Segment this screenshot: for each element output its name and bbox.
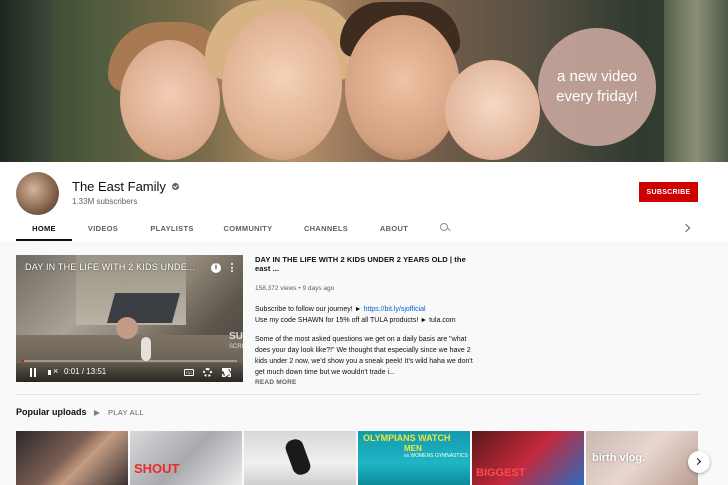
- captions-icon[interactable]: CC: [184, 369, 194, 376]
- video-thumbnail[interactable]: birth vlog.: [586, 431, 698, 485]
- shelf-next-button[interactable]: [688, 451, 710, 473]
- video-thumbnail[interactable]: BIGGEST: [472, 431, 584, 485]
- watermark-subtext: SCRIB: [229, 344, 243, 350]
- video-frame-table: [106, 293, 181, 323]
- desc-text: Some of the most asked questions we get …: [255, 336, 473, 376]
- desc-text: Subscribe to follow our journey! ►: [255, 306, 364, 313]
- tab-videos[interactable]: VIDEOS: [78, 217, 128, 241]
- channel-avatar[interactable]: [16, 172, 59, 215]
- progress-bar[interactable]: [22, 360, 237, 362]
- video-thumbnail[interactable]: [244, 431, 356, 485]
- banner-right-edge: [664, 0, 728, 162]
- more-vertical-icon[interactable]: [231, 263, 234, 273]
- subscribe-button[interactable]: SUBSCRIBE: [639, 182, 698, 202]
- thumbnail-text: SHOUT: [134, 461, 180, 476]
- channel-tabs: HOME VIDEOS PLAYLISTS COMMUNITY CHANNELS…: [0, 217, 728, 241]
- tab-home[interactable]: HOME: [16, 217, 72, 241]
- play-all-label: PLAY ALL: [108, 408, 144, 417]
- progress-fill: [22, 360, 25, 362]
- video-thumbnail[interactable]: OLYMPIANS WATCH MEN vs WOMENS GYMNASTICS: [358, 431, 470, 485]
- thumbnail-text: BIGGEST: [476, 467, 526, 479]
- video-frame-person: [116, 317, 138, 339]
- section-divider: [16, 394, 700, 395]
- thumbnail-figure: [283, 437, 313, 477]
- featured-video-description: Subscribe to follow our journey! ► https…: [255, 304, 475, 378]
- info-icon[interactable]: i: [211, 263, 221, 273]
- banner-face-father: [345, 15, 460, 160]
- banner-tagline: a new video every friday!: [538, 28, 656, 146]
- video-thumbnail[interactable]: [16, 431, 128, 485]
- desc-text: Use my code SHAWN for 15% off all TULA p…: [255, 317, 456, 324]
- read-more-button[interactable]: READ MORE: [255, 379, 475, 386]
- chevron-right-icon[interactable]: [682, 222, 692, 234]
- video-frame-child: [141, 337, 151, 361]
- pause-icon[interactable]: [30, 368, 38, 378]
- banner-face-baby: [445, 60, 540, 160]
- time-display: 0:01 / 13:51: [64, 367, 107, 376]
- popular-uploads-shelf: SHOUT OLYMPIANS WATCH MEN vs WOMENS GYMN…: [16, 431, 716, 485]
- channel-name: The East Family: [72, 179, 166, 194]
- player-controls: 0:01 / 13:51 CC: [16, 363, 243, 382]
- shelf-title[interactable]: Popular uploads: [16, 407, 87, 417]
- channel-title: The East Family: [72, 179, 179, 194]
- featured-video-player[interactable]: DAY IN THE LIFE WITH 2 KIDS UNDE... i SU…: [16, 255, 243, 382]
- mute-icon[interactable]: [48, 366, 58, 378]
- watermark-text: SUB: [229, 331, 243, 342]
- thumbnail-text: OLYMPIANS WATCH: [363, 433, 451, 443]
- verified-icon: [171, 183, 179, 190]
- play-icon: [94, 409, 100, 416]
- thumbnail-text: birth vlog.: [592, 452, 646, 464]
- channel-banner: a new video every friday!: [0, 0, 728, 162]
- tab-about[interactable]: ABOUT: [370, 217, 418, 241]
- player-video-title[interactable]: DAY IN THE LIFE WITH 2 KIDS UNDE...: [25, 262, 203, 272]
- subscribe-watermark[interactable]: SUB SCRIB: [229, 332, 243, 352]
- featured-video-meta: 158,372 views • 9 days ago: [255, 285, 335, 292]
- banner-face-mother: [222, 10, 342, 160]
- subscriber-count: 1.33M subscribers: [72, 197, 138, 206]
- gear-icon[interactable]: [203, 368, 212, 377]
- thumbnail-text: vs WOMENS GYMNASTICS: [404, 453, 468, 459]
- play-all-button[interactable]: PLAY ALL: [94, 408, 144, 417]
- tab-community[interactable]: COMMUNITY: [216, 217, 280, 241]
- banner-left-edge: [0, 0, 52, 162]
- subscribe-link[interactable]: https://bit.ly/sjofficial: [363, 306, 425, 313]
- thumbnail-text: MEN: [404, 444, 422, 453]
- search-icon[interactable]: [440, 223, 450, 233]
- video-thumbnail[interactable]: SHOUT: [130, 431, 242, 485]
- featured-video-title[interactable]: DAY IN THE LIFE WITH 2 KIDS UNDER 2 YEAR…: [255, 255, 475, 273]
- fullscreen-icon[interactable]: [222, 368, 231, 377]
- tab-channels[interactable]: CHANNELS: [294, 217, 358, 241]
- featured-video-details: DAY IN THE LIFE WITH 2 KIDS UNDER 2 YEAR…: [255, 255, 475, 386]
- channel-header: The East Family 1.33M subscribers SUBSCR…: [0, 162, 728, 241]
- tab-playlists[interactable]: PLAYLISTS: [140, 217, 204, 241]
